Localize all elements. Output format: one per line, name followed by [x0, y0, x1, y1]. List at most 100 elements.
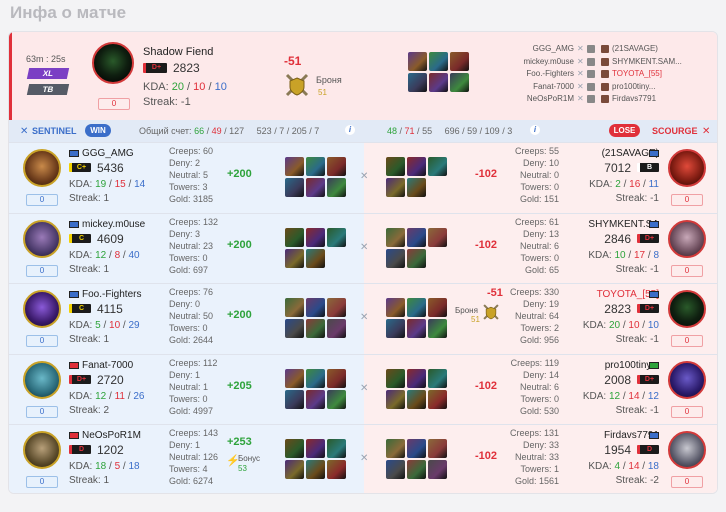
left-item-icon: [327, 389, 346, 409]
player-list-left-name[interactable]: Fanat-7000: [482, 82, 574, 91]
player-name[interactable]: GGG_AMG: [82, 148, 168, 159]
player-list-right-name[interactable]: Firdavs7791: [612, 94, 712, 103]
my-item-icon: [450, 52, 469, 71]
hero-avatar[interactable]: [23, 149, 61, 187]
kda-kills: 2: [615, 179, 621, 190]
hero-avatar[interactable]: [668, 431, 706, 469]
stat-line: Creeps: 143: [169, 428, 219, 438]
kda-kills: 10: [614, 249, 626, 261]
left-info-icon[interactable]: i: [345, 125, 355, 135]
player-hero-mini-icon: [601, 57, 609, 66]
country-flag-icon: [649, 361, 659, 369]
rank-badge: D+: [637, 304, 659, 313]
player-list-left-name[interactable]: Foo.-Fighters: [482, 69, 574, 78]
player-name[interactable]: SHYMKENT.SA: [583, 219, 659, 230]
kda-deaths: 5: [114, 461, 121, 472]
right-total-deny: 59: [467, 126, 478, 136]
scourge-swords-icon: ✕: [702, 126, 711, 137]
player-name[interactable]: Foo.-Fighters: [82, 289, 168, 300]
kda-kills: 19: [95, 179, 107, 190]
player-name[interactable]: mickey.m0use: [82, 219, 168, 230]
player-mmr: 2846: [604, 231, 631, 246]
kda-deaths: 14: [628, 390, 640, 402]
player-name[interactable]: Firdavs7791: [583, 430, 659, 441]
right-item-icon: [407, 298, 426, 317]
right-item-icon: [386, 248, 405, 268]
kda-deaths: 14: [628, 461, 640, 472]
player-list-left-name[interactable]: GGG_AMG: [482, 44, 574, 53]
player-streak: Streak: -1: [615, 193, 659, 204]
right-item-icon: [407, 368, 426, 388]
swap-swords-icon: ✕: [360, 453, 369, 464]
player-list-right-name[interactable]: (21SAVAGE): [612, 44, 712, 53]
stat-line: Deny: 13: [522, 228, 559, 239]
player-streak: Streak: 1: [69, 193, 110, 204]
stat-line: Neutral: 64: [514, 311, 559, 321]
right-item-icon: [407, 157, 426, 176]
player-streak: Streak: -1: [615, 404, 659, 416]
player-list-right-name[interactable]: TOYOTA_[55]: [612, 69, 712, 78]
zero-badge: 0: [26, 264, 58, 277]
match-duration: 63m : 25s: [26, 54, 66, 64]
left-item-icon: [285, 389, 304, 409]
stat-line: Neutral: 126: [169, 452, 219, 462]
hero-avatar[interactable]: [23, 290, 61, 328]
player-name[interactable]: (21SAVAGE): [583, 148, 659, 159]
kda-assists: 8: [653, 249, 659, 261]
hero-avatar[interactable]: [23, 360, 61, 399]
stat-line: Deny: 0: [169, 299, 201, 309]
hero-avatar[interactable]: [668, 219, 706, 258]
player-name[interactable]: Fanat-7000: [82, 360, 168, 371]
right-item-icon: [428, 368, 447, 388]
kda-deaths: 17: [633, 249, 646, 261]
left-item-icon: [327, 178, 346, 197]
player-list-left-name[interactable]: NeOsPoR1M: [482, 94, 574, 103]
left-item-icon: [327, 460, 346, 479]
right-item-icon: [386, 389, 405, 409]
kda-deaths: 16: [629, 179, 641, 190]
stat-line: Neutral: 5: [169, 170, 209, 180]
hero-avatar[interactable]: [23, 431, 61, 469]
player-streak: Streak: 1: [69, 263, 110, 275]
stat-line: Towers: 1: [520, 464, 559, 474]
sentinel-label: SENTINEL: [32, 126, 77, 136]
player-name[interactable]: NeOsPoR1M: [82, 430, 168, 441]
hero-avatar[interactable]: [668, 149, 706, 187]
player-list-left-name[interactable]: mickey.m0use: [482, 57, 574, 66]
hero-avatar[interactable]: [668, 290, 706, 328]
player-name[interactable]: TOYOTA_[55]: [583, 289, 659, 300]
player-kda: KDA: 18 / 5 / 18: [69, 461, 140, 472]
player-list-right-name[interactable]: pro100tiny...: [612, 82, 712, 91]
right-info-icon[interactable]: i: [530, 125, 540, 135]
stat-line: Creeps: 76: [169, 287, 214, 297]
swap-swords-icon: ✕: [360, 312, 369, 323]
player-list-right-name[interactable]: SHYMKENT.SAM...: [612, 57, 712, 66]
right-item-icon: [386, 460, 405, 479]
player-streak: Streak: -1: [615, 334, 659, 345]
my-player-header: 63m : 25s XL TB 0 Shadow Fiend D+ 2823 K…: [9, 32, 717, 120]
player-streak: Streak: -2: [615, 475, 659, 486]
right-item-icon: [386, 439, 405, 458]
hero-avatar[interactable]: [23, 219, 61, 258]
mmr-delta: +253: [227, 436, 252, 448]
stat-line: Towers: 0: [520, 252, 559, 263]
player-name[interactable]: pro100tiny...: [583, 360, 659, 371]
player-mmr: 4115: [97, 302, 123, 316]
vs-swords-icon: ✕: [577, 56, 584, 66]
armor-label: Броня: [316, 75, 342, 85]
player-mmr: 1954: [604, 443, 631, 457]
hero-avatar[interactable]: [668, 360, 706, 399]
country-flag-icon: [69, 361, 79, 369]
right-item-icon: [428, 439, 447, 458]
left-item-icon: [327, 298, 346, 317]
stat-line: Gold: 151: [519, 194, 559, 204]
player-kda: KDA: 12 / 14 / 12: [582, 390, 659, 402]
right-item-icon: [407, 319, 426, 338]
vs-swords-icon: ✕: [577, 94, 584, 103]
player-hero-mini-icon: [601, 70, 609, 78]
stat-line: Gold: 2644: [169, 335, 214, 345]
stat-line: Deny: 1: [169, 369, 201, 380]
rank-badge: D: [637, 445, 659, 454]
kda-assists: 18: [128, 461, 140, 472]
stat-line: Deny: 1: [169, 440, 201, 450]
